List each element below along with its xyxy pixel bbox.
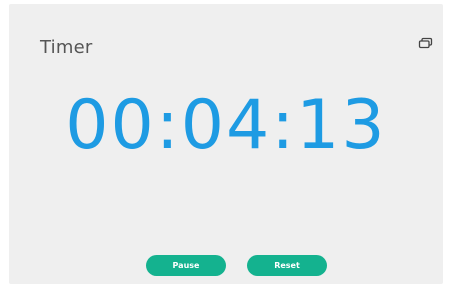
timer-card: Timer 00:04:13 Pause Reset <box>9 4 443 284</box>
pause-button[interactable]: Pause <box>146 255 226 276</box>
app-title: Timer <box>40 37 93 58</box>
timer-display: 00:04:13 <box>65 86 387 165</box>
reset-button[interactable]: Reset <box>247 255 327 276</box>
restore-window-icon[interactable] <box>418 36 434 50</box>
